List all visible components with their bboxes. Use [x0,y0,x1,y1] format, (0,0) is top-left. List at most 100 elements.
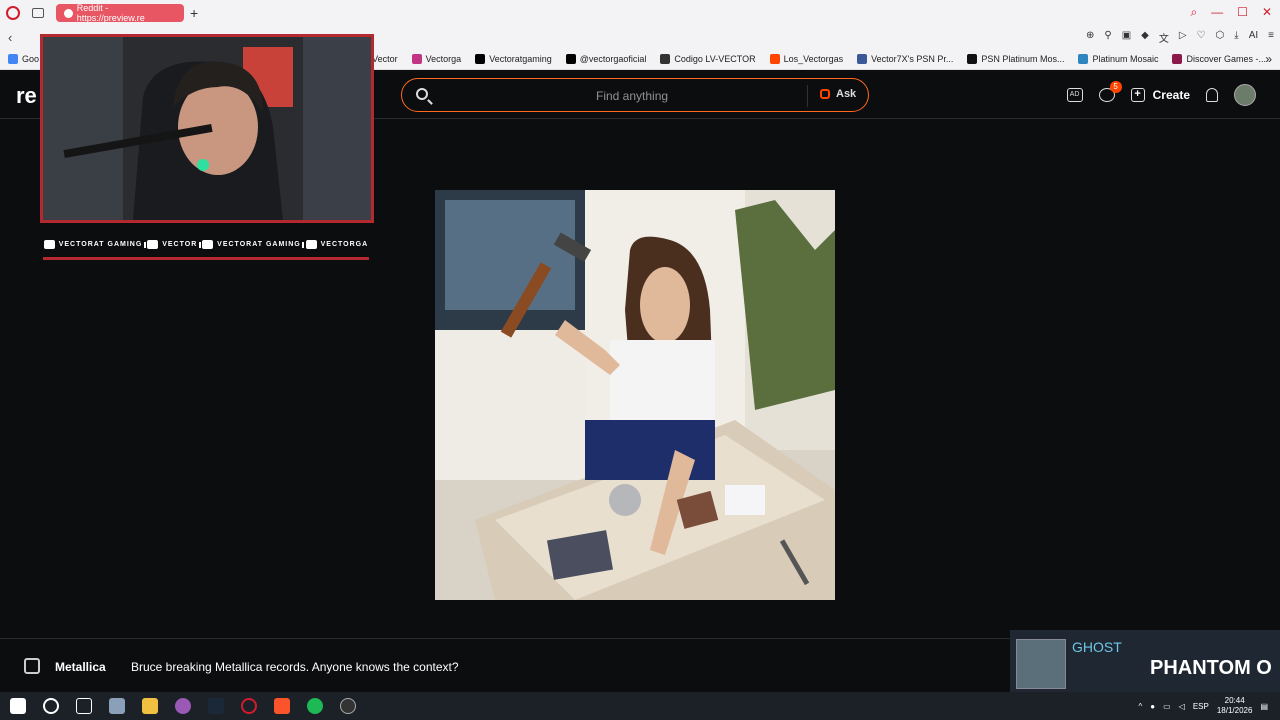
search-icon [416,88,428,100]
app-icon[interactable] [109,698,125,714]
address-bar-tools: ⊕ ⚲ ▣ ◆ 文 ▷ ♡ ⬡ ⤓ AI ≡ [1086,30,1274,45]
post-title[interactable]: Bruce breaking Metallica records. Anyone… [131,660,459,674]
create-button[interactable]: + Create [1130,88,1190,102]
ask-label: Ask [836,88,857,100]
social-instagram: VECTORGA [305,240,369,249]
minimize-button[interactable]: — [1211,5,1223,20]
twitter-icon [202,240,214,249]
discord-icon[interactable] [175,698,191,714]
bookmark-item[interactable]: PSN Platinum Mos... [967,53,1065,64]
bookmark-label: Vectorga [425,53,462,64]
opera-icon[interactable] [241,698,257,714]
pin-icon[interactable]: ⚲ [1104,30,1111,45]
bookmark-item[interactable]: Goo [8,53,40,64]
social-label: VECTORAT GAMING [217,241,301,248]
create-label: Create [1152,88,1190,102]
google-icon [8,53,18,64]
windows-start-icon[interactable] [10,698,26,714]
notifications-icon[interactable]: ▤ [1260,702,1268,711]
bookmark-item[interactable]: @vectorgaoficial [565,53,646,64]
menu-icon[interactable]: ≡ [1268,30,1274,45]
post-photo-illustration [435,190,835,600]
obs-icon[interactable] [340,698,356,714]
subreddit-name[interactable]: Metallica [55,660,106,674]
bookmark-favicon-icon [769,53,780,64]
bookmark-label: Los_Vectorgas [783,53,844,64]
bookmark-label: Codigo LV-VECTOR [674,53,756,64]
bookmark-label: Vectoratgaming [489,53,552,64]
bookmark-label: Vector [372,53,398,64]
subreddit-icon[interactable] [24,658,40,674]
bookmark-favicon-icon [660,53,671,64]
bookmark-item[interactable]: Vector7X's PSN Pr... [857,53,953,64]
language-indicator[interactable]: ESP [1193,702,1209,711]
task-view-icon[interactable] [76,698,92,714]
social-separator [143,241,146,248]
streamer-socials-bar: VECTORAT GAMING VECTOR VECTORAT GAMING V… [43,232,369,260]
bookmark-label: Discover Games -... [1186,53,1266,64]
bookmark-item[interactable]: Platinum Mosaic [1078,53,1158,64]
bookmark-label: Goo [22,53,40,64]
opera-logo-icon[interactable] [6,6,20,20]
bookmark-label: PSN Platinum Mos... [981,53,1065,64]
bookmark-item[interactable]: Discover Games -... [1172,53,1266,64]
search-icon[interactable] [43,698,59,714]
bookmark-item[interactable]: Codigo LV-VECTOR [660,53,756,64]
bookmark-favicon-icon [1078,53,1089,64]
chat-badge: 5 [1109,81,1122,93]
tab-title: Reddit - https://preview.re [76,3,145,23]
bookmark-item[interactable]: Vectorga [411,53,462,64]
brave-icon[interactable] [274,698,290,714]
volume-icon[interactable]: ◁ [1179,702,1185,711]
clock[interactable]: 20:44 18/1/2026 [1217,696,1253,716]
search-input[interactable]: Find anything [596,89,668,103]
chat-icon[interactable]: 5 [1098,81,1122,102]
ask-icon [820,89,830,99]
bookmark-favicon-icon [1172,53,1183,64]
file-explorer-icon[interactable] [142,698,158,714]
reddit-favicon-icon [64,8,73,18]
search-tabs-icon[interactable]: ⌕ [1190,5,1197,20]
social-label: VECTOR [162,241,198,248]
bookmark-item[interactable]: Los_Vectorgas [769,53,844,64]
spotify-icon[interactable] [307,698,323,714]
mic-icon[interactable]: ● [1150,702,1155,711]
browser-tab-reddit[interactable]: Reddit - https://preview.re [56,3,184,23]
player-icon[interactable]: ▷ [1179,30,1187,45]
download-icon[interactable]: ⤓ [1234,30,1238,45]
search-bar[interactable]: Find anything Ask [401,78,869,112]
post-image[interactable] [435,190,835,600]
bookmark-favicon-icon [475,53,486,64]
back-arrow-icon[interactable]: ‹ [8,30,12,45]
close-button[interactable]: ✕ [1262,5,1272,20]
now-playing-artist: GHOST [1072,639,1122,655]
translate-icon[interactable]: 文 [1159,30,1169,45]
extensions-icon[interactable]: ⬡ [1216,30,1225,45]
bookmark-favicon-icon [565,53,576,64]
bookmark-item[interactable]: Vectoratgaming [475,53,552,64]
workspaces-icon[interactable] [32,8,44,18]
maximize-button[interactable]: ☐ [1237,5,1248,20]
notifications-bell-icon[interactable] [1206,88,1218,102]
ai-icon[interactable]: AI [1249,30,1258,45]
reddit-logo[interactable]: re [16,83,37,109]
heart-icon[interactable]: ♡ [1197,30,1206,45]
chevron-up-icon[interactable]: ^ [1139,702,1143,711]
new-tab-button[interactable]: + [190,5,198,21]
shield-icon[interactable]: ◆ [1141,30,1149,45]
webcam-feed-illustration [43,37,371,220]
system-tray: ^ ● ▭ ◁ ESP 20:44 18/1/2026 ▤ [1139,696,1269,716]
ask-button[interactable]: Ask [820,88,856,100]
bookmark-favicon-icon [411,53,422,64]
more-bookmarks-icon[interactable]: » [1265,52,1272,66]
twitch-icon [147,240,159,249]
social-twitch: VECTOR [147,240,197,249]
advertise-icon[interactable]: AD [1066,88,1083,102]
zoom-icon[interactable]: ⊕ [1086,30,1094,45]
clock-date: 18/1/2026 [1216,706,1253,715]
network-icon[interactable]: ▭ [1163,702,1171,711]
bookmark-favicon-icon [967,53,978,64]
user-avatar[interactable] [1234,84,1256,106]
steam-icon[interactable] [208,698,224,714]
snapshot-icon[interactable]: ▣ [1122,30,1131,45]
